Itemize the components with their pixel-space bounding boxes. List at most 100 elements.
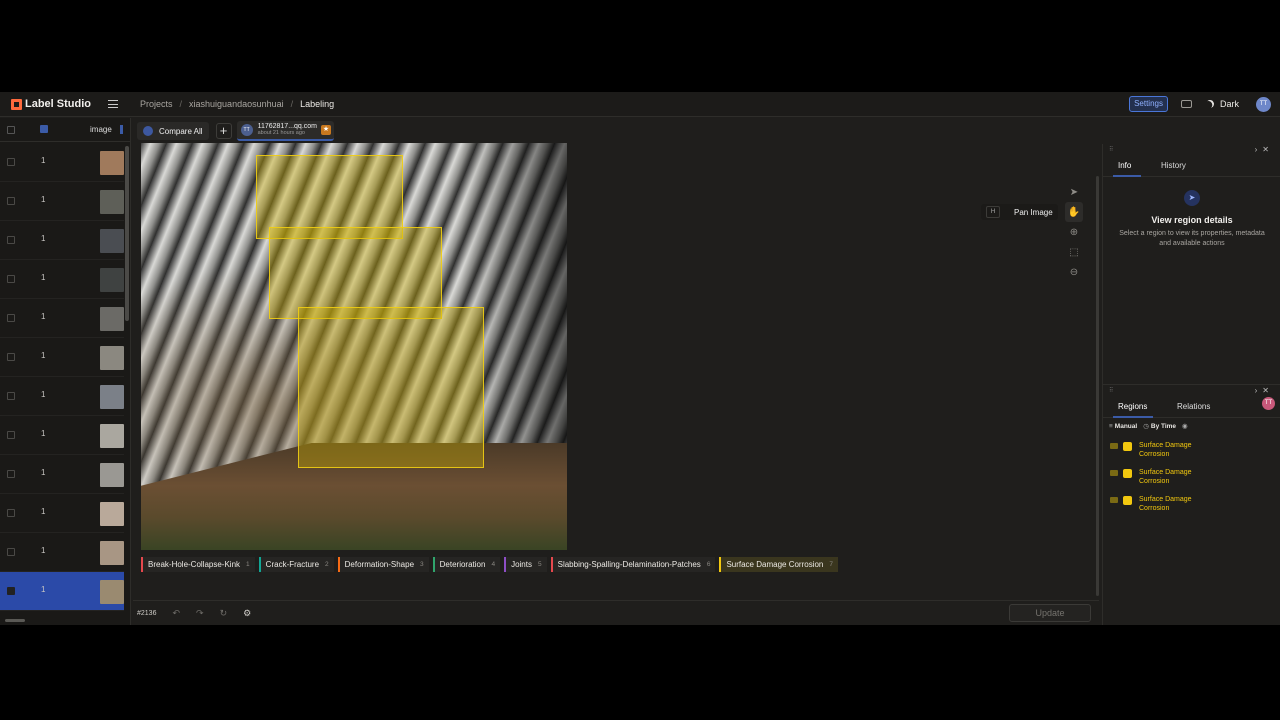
region-label-line: Surface Damage — [1139, 469, 1192, 476]
user-avatar[interactable]: TT — [1256, 96, 1271, 112]
label-chip[interactable]: Joints 5 — [504, 557, 547, 572]
label-chip[interactable]: Slabbing-Spalling-Delamination-Patches 6 — [550, 557, 716, 572]
row-checkbox[interactable] — [7, 314, 15, 322]
add-annotation-button[interactable]: + — [215, 123, 232, 139]
pointer-icon[interactable]: ➤ — [1065, 182, 1083, 202]
regions-tabs: Regions Relations — [1103, 396, 1280, 418]
table-row[interactable]: 1 — [0, 533, 124, 572]
table-row[interactable]: 1 — [0, 338, 124, 377]
label-hotkey: 7 — [829, 561, 833, 568]
label-color-swatch — [1123, 496, 1132, 505]
select-all-checkbox[interactable] — [7, 125, 15, 134]
annotator-avatar: TT — [240, 124, 253, 136]
row-checkbox[interactable] — [7, 353, 15, 361]
settings-sliders-icon[interactable]: ⚙ — [243, 608, 251, 619]
info-description: Select a region to view its properties, … — [1119, 230, 1265, 247]
row-thumbnail — [100, 307, 124, 331]
tab-relations[interactable]: Relations — [1177, 402, 1210, 411]
row-checkbox[interactable] — [7, 236, 15, 244]
label-chip[interactable]: Deterioration 4 — [432, 557, 501, 572]
row-checkbox[interactable] — [7, 275, 15, 283]
table-row[interactable]: 1 — [0, 494, 124, 533]
label-color-swatch — [1123, 442, 1132, 451]
row-thumbnail — [100, 463, 124, 487]
label-chip[interactable]: Surface Damage Corrosion 7 — [719, 557, 838, 572]
region-item[interactable]: Surface Damage Corrosion — [1110, 495, 1219, 513]
reset-icon[interactable]: ↻ — [220, 608, 228, 619]
row-annotation-count: 1 — [41, 351, 46, 360]
label-hotkey: 4 — [491, 561, 496, 568]
tab-info[interactable]: Info — [1118, 161, 1131, 170]
row-thumbnail — [100, 190, 124, 214]
app-logo[interactable]: Label Studio — [11, 98, 91, 110]
eye-icon[interactable]: ◉ — [1182, 422, 1190, 430]
region-bbox[interactable] — [269, 227, 442, 319]
settings-button[interactable]: Settings — [1129, 96, 1168, 112]
filter-by-time[interactable]: ◷ By Time — [1143, 422, 1176, 431]
row-checkbox[interactable] — [7, 587, 15, 595]
label-chip[interactable]: Break-Hole-Collapse-Kink 1 — [141, 557, 255, 572]
canvas-scrollbar[interactable] — [1096, 176, 1099, 596]
table-row[interactable]: 1 — [0, 299, 124, 338]
image-canvas[interactable] — [141, 143, 567, 550]
column-header-image[interactable]: image — [90, 125, 112, 134]
breadcrumb-project[interactable]: xiashuiguandaosunhuai — [189, 99, 284, 109]
row-checkbox[interactable] — [7, 470, 15, 478]
region-bbox[interactable] — [298, 307, 484, 468]
row-checkbox[interactable] — [7, 431, 15, 439]
redo-icon[interactable]: ↷ — [196, 608, 204, 619]
hamburger-icon[interactable] — [108, 100, 118, 108]
table-row[interactable]: 1 — [0, 221, 124, 260]
region-item[interactable]: Surface Damage Corrosion — [1110, 468, 1219, 486]
label-chips: Break-Hole-Collapse-Kink 1 Crack-Fracture 2… — [141, 557, 842, 572]
fit-icon[interactable]: ⬚ — [1065, 242, 1083, 262]
label-chip[interactable]: Deformation-Shape 3 — [337, 557, 429, 572]
row-thumbnail — [100, 229, 124, 253]
compare-all-tab[interactable]: Compare All — [137, 122, 209, 140]
row-checkbox[interactable] — [7, 197, 15, 205]
task-list-hscrollbar[interactable] — [5, 619, 25, 622]
relations-badge[interactable]: TT — [1262, 397, 1275, 410]
row-checkbox[interactable] — [7, 548, 15, 556]
table-row[interactable]: 1 — [0, 182, 124, 221]
breadcrumb-projects[interactable]: Projects — [140, 99, 173, 109]
theme-toggle[interactable]: Dark — [1206, 99, 1239, 109]
region-label: Surface Damage Corrosion — [1139, 441, 1219, 459]
annotation-tab[interactable]: TT 11762817...qq.com about 21 hours ago … — [236, 121, 334, 141]
keyboard-icon[interactable] — [1180, 100, 1192, 108]
panel-controls[interactable]: ›✕ — [1255, 386, 1274, 395]
task-list-scrollbar[interactable] — [125, 146, 129, 321]
undo-icon[interactable]: ↶ — [172, 608, 180, 619]
task-list-header: image — [0, 118, 130, 142]
label-studio-app: Label Studio Projects / xiashuiguandaosu… — [0, 92, 1280, 625]
grid-icon[interactable] — [40, 125, 48, 133]
table-row[interactable]: 1 — [0, 377, 124, 416]
table-row[interactable]: 1 — [0, 143, 124, 182]
column-resize-handle[interactable] — [120, 125, 123, 134]
breadcrumb-separator: / — [179, 99, 183, 109]
table-row[interactable]: 1 — [0, 260, 124, 299]
table-row[interactable]: 1 — [0, 416, 124, 455]
region-label-line: Corrosion — [1139, 505, 1170, 512]
row-checkbox[interactable] — [7, 158, 15, 166]
update-button[interactable]: Update — [1009, 604, 1091, 622]
hand-icon[interactable]: ✋ — [1065, 202, 1083, 222]
panel-grip-icon[interactable]: ⠿ — [1109, 387, 1113, 394]
tab-regions[interactable]: Regions — [1118, 402, 1147, 411]
compare-icon — [143, 126, 153, 136]
star-icon[interactable]: ★ — [321, 125, 331, 135]
zoom-out-icon[interactable]: ⊖ — [1065, 262, 1083, 282]
info-panel: ⠿ ›✕ Info History ➤ View region details … — [1102, 144, 1280, 384]
row-checkbox[interactable] — [7, 509, 15, 517]
filter-manual[interactable]: ≡ Manual — [1109, 423, 1137, 430]
tool-tooltip: H Pan Image — [981, 204, 1058, 220]
panel-controls[interactable]: ›✕ — [1255, 145, 1274, 154]
label-chip[interactable]: Crack-Fracture 2 — [258, 557, 334, 572]
table-row[interactable]: 1 — [0, 572, 124, 611]
row-checkbox[interactable] — [7, 392, 15, 400]
region-item[interactable]: Surface Damage Corrosion — [1110, 441, 1219, 459]
tab-history[interactable]: History — [1161, 161, 1186, 170]
zoom-in-icon[interactable]: ⊕ — [1065, 222, 1083, 242]
panel-grip-icon[interactable]: ⠿ — [1109, 146, 1113, 153]
table-row[interactable]: 1 — [0, 455, 124, 494]
